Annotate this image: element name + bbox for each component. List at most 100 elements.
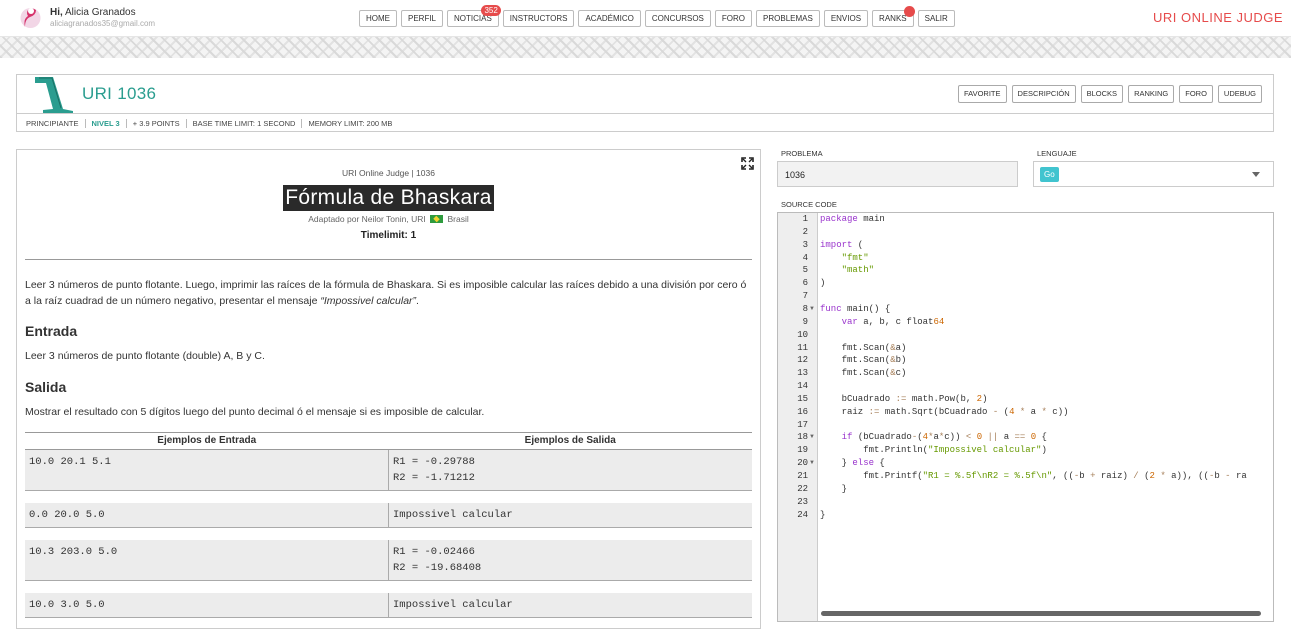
line-number: 20 [797, 458, 808, 469]
nav-foro-button[interactable]: FORO [714, 10, 753, 27]
code-line[interactable]: } [820, 484, 847, 494]
code-line[interactable]: } else { [820, 458, 885, 468]
fold-toggle-icon[interactable]: ▼ [809, 434, 815, 440]
nav-label: HOME [366, 14, 390, 23]
code-line[interactable]: package main [820, 214, 885, 224]
tab-foro[interactable]: FORO [1179, 85, 1213, 103]
language-value: Go [1040, 167, 1059, 182]
line-number: 12 [797, 355, 808, 366]
author-text: Adaptado por Neilor Tonin, URI [308, 214, 426, 224]
divider [25, 259, 752, 260]
code-line[interactable]: var a, b, c float64 [820, 317, 945, 327]
problem-code: URI 1036 [82, 84, 157, 103]
tab-blocks[interactable]: BLOCKS [1080, 85, 1124, 103]
user-name[interactable]: Alicia Granados [65, 7, 136, 18]
fold-toggle-icon[interactable]: ▼ [809, 306, 815, 312]
code-line[interactable]: fmt.Scan(&b) [820, 355, 907, 365]
examples-output-header: Ejemplos de Salida [524, 435, 616, 446]
nav-ranks-button[interactable]: RANKS [872, 6, 915, 27]
meta-category: PRINCIPIANTE [26, 119, 79, 128]
code-line[interactable]: fmt.Scan(&c) [820, 368, 907, 378]
header-divider [17, 113, 1273, 114]
fold-toggle-icon[interactable]: ▼ [809, 460, 815, 466]
meta-memory: MEMORY LIMIT: 200 MB [301, 119, 398, 128]
statement-end: . [416, 295, 419, 307]
nav-home-button[interactable]: HOME [359, 10, 397, 27]
chevron-down-icon[interactable] [1252, 172, 1260, 177]
code-line[interactable]: fmt.Scan(&a) [820, 343, 907, 353]
nav-instructors-button[interactable]: INSTRUCTORS [502, 10, 575, 27]
nav-noticias-button[interactable]: NOTICIAS 352 [447, 5, 501, 27]
tab-favorite[interactable]: FAVORITE [957, 85, 1007, 103]
line-number: 4 [802, 252, 808, 263]
nav-label: ENVIOS [830, 14, 862, 23]
nav-label: PERFIL [408, 14, 437, 23]
code-line[interactable]: raiz := math.Sqrt(bCuadrado - (4 * a * c… [820, 407, 1069, 417]
nav-envios-button[interactable]: ENVIOS [823, 10, 869, 27]
statement-italic: “Impossivel calcular” [320, 295, 417, 307]
code-line[interactable]: } [820, 510, 825, 520]
code-line[interactable]: func main() { [820, 304, 890, 314]
example-input: 10.0 3.0 5.0 [29, 599, 105, 611]
horizontal-scrollbar[interactable] [821, 611, 1261, 616]
code-line[interactable]: fmt.Println("Impossivel calcular") [820, 445, 1047, 455]
output-text: Mostrar el resultado con 5 dígitos luego… [25, 406, 485, 418]
meta-points: + 3.9 POINTS [125, 119, 186, 128]
nav-concursos-button[interactable]: CONCURSOS [644, 10, 711, 27]
nav-label: CONCURSOS [651, 14, 704, 23]
line-number: 17 [797, 419, 808, 430]
problem-meta: PRINCIPIANTE NIVEL 3 + 3.9 POINTS BASE T… [26, 119, 398, 128]
code-line[interactable]: fmt.Printf("R1 = %.5f\nR2 = %.5f\n", ((-… [820, 471, 1247, 481]
nav-label: ACADÉMICO [585, 14, 634, 23]
table-row: 0.0 20.0 5.0 Impossivel calcular [25, 503, 752, 528]
code-line[interactable]: if (bCuadrado-(4*a*c)) < 0 || a == 0 { [820, 432, 1047, 442]
problem-author: Adaptado por Neilor Tonin, URI Brasil [17, 214, 760, 224]
problem-input[interactable]: 1036 [777, 161, 1018, 187]
meta-time-limit: BASE TIME LIMIT: 1 SECOND [185, 119, 302, 128]
nav-problemas-button[interactable]: PROBLEMAS [756, 10, 820, 27]
problem-source: URI Online Judge | 1036 [342, 168, 435, 178]
problem-logo-icon [35, 77, 73, 113]
code-line[interactable]: ) [820, 278, 825, 288]
nav-perfil-button[interactable]: PERFIL [401, 10, 444, 27]
problem-description: URI Online Judge | 1036 Fórmula de Bhask… [16, 149, 761, 629]
code-line[interactable]: "math" [820, 265, 874, 275]
input-text: Leer 3 números de punto flotante (double… [25, 350, 265, 362]
greeting: Hi, Alicia Granados [50, 7, 136, 18]
nav-salir-button[interactable]: SALIR [917, 10, 955, 27]
nav-label: FORO [721, 14, 746, 23]
main-nav: HOME PERFIL NOTICIAS 352 INSTRUCTORS ACADÉMIC… [359, 5, 955, 27]
line-number: 14 [797, 381, 808, 392]
output-heading: Salida [25, 379, 67, 395]
code-editor[interactable]: 1 package main 2 3 import (4 "fmt" 5 "math" 6)… [777, 212, 1274, 622]
problem-title: Fórmula de Bhaskara [283, 185, 494, 211]
example-input: 10.0 20.1 5.1 [29, 456, 111, 468]
line-number: 23 [797, 496, 808, 507]
brand-logo[interactable]: URI ONLINE JUDGE [1153, 10, 1283, 25]
line-number: 11 [797, 342, 808, 353]
avatar[interactable] [20, 5, 41, 31]
code-line[interactable]: "fmt" [820, 253, 869, 263]
tab-descripcion[interactable]: DESCRIPCIÓN [1011, 85, 1076, 103]
code-line[interactable]: import ( [820, 240, 863, 250]
line-number: 6 [802, 278, 808, 289]
examples-input-header: Ejemplos de Entrada [157, 435, 257, 446]
line-number: 7 [802, 291, 808, 302]
line-number: 19 [797, 445, 808, 456]
user-email: aliciagranados35@gmail.com [50, 19, 156, 28]
tab-ranking[interactable]: RANKING [1128, 85, 1175, 103]
input-heading: Entrada [25, 323, 78, 339]
nav-acadmico-button[interactable]: ACADÉMICO [578, 10, 641, 27]
nav-label: INSTRUCTORS [509, 14, 568, 23]
code-line[interactable]: bCuadrado := math.Pow(b, 2) [820, 394, 988, 404]
language-select[interactable]: Go [1033, 161, 1274, 187]
greeting-hi: Hi, [50, 7, 63, 18]
notification-dot [903, 6, 915, 17]
problem-tabs: FAVORITE DESCRIPCIÓN BLOCKS RANKING FORO UDEB… [957, 85, 1262, 103]
brazil-flag-icon [430, 215, 444, 223]
tab-udebug[interactable]: UDEBUG [1217, 85, 1262, 103]
language-label: LENGUAJE [1037, 149, 1077, 158]
problem-statement: Leer 3 números de punto flotante. Luego,… [25, 277, 755, 309]
line-number: 8 [802, 303, 808, 314]
notification-badge: 352 [481, 5, 501, 16]
